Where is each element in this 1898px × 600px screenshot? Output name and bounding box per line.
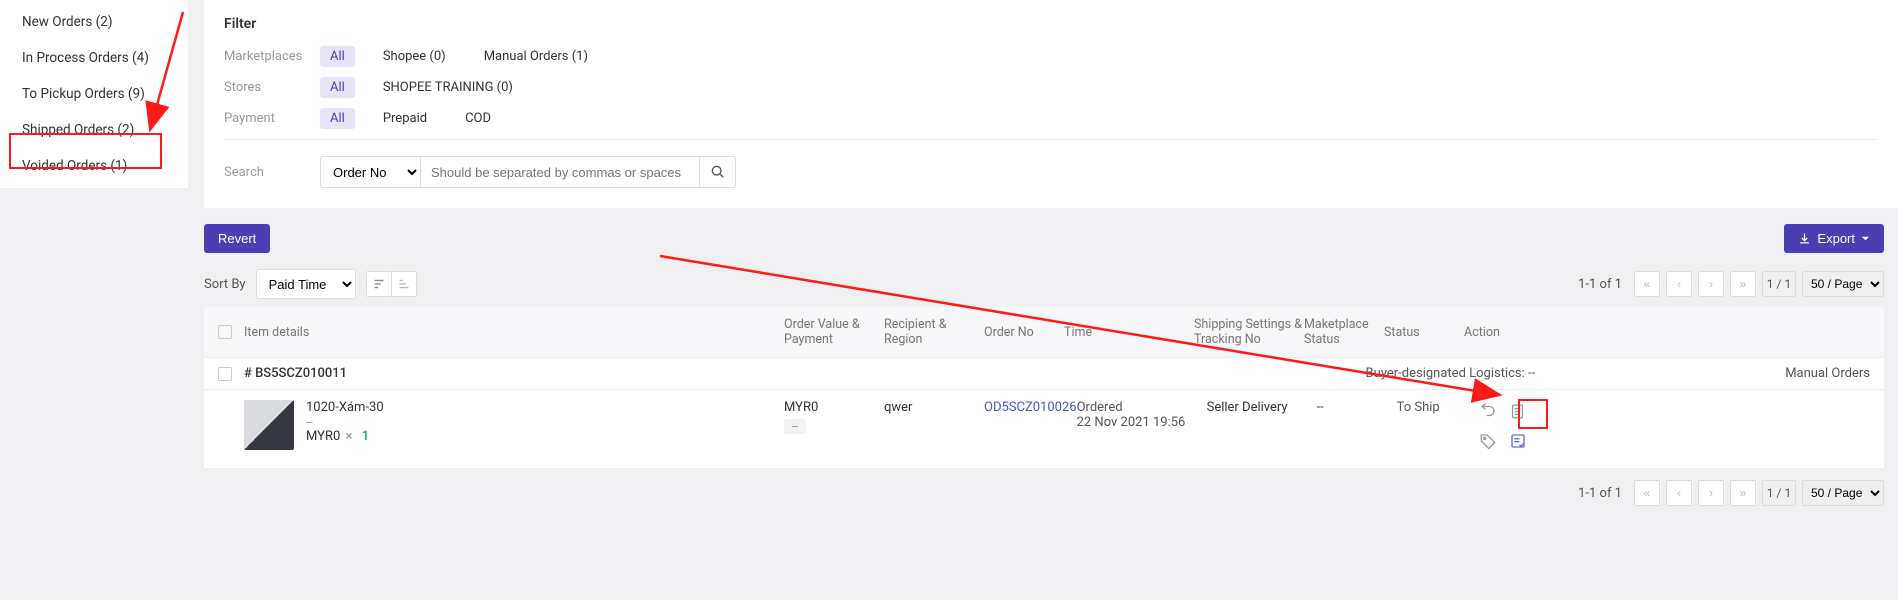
filter-chip-all-payment[interactable]: All xyxy=(320,108,355,129)
sort-select[interactable]: Paid Time xyxy=(256,269,356,299)
th-shipping: Shipping Settings & Tracking No xyxy=(1194,317,1304,347)
sort-desc-icon xyxy=(372,277,386,291)
select-all-checkbox[interactable] xyxy=(218,325,232,339)
product-qty: 1 xyxy=(362,429,369,444)
buyer-logistics: Buyer-designated Logistics: -- xyxy=(1366,366,1536,381)
filter-label-search: Search xyxy=(224,165,320,180)
th-status: Status xyxy=(1384,325,1464,340)
qty-separator: × xyxy=(346,429,353,444)
document-icon xyxy=(1509,403,1526,420)
order-no-link[interactable]: OD5SCZ010026 xyxy=(984,400,1077,415)
th-order-no: Order No xyxy=(984,325,1064,340)
page-prev-top[interactable]: ‹ xyxy=(1666,271,1692,297)
per-page-bottom[interactable]: 50 / Page xyxy=(1802,480,1884,506)
order-source: Manual Orders xyxy=(1785,366,1870,381)
sort-asc-button[interactable] xyxy=(391,271,417,297)
sidebar-item-shipped[interactable]: Shipped Orders (2) xyxy=(0,112,188,148)
th-time: Time xyxy=(1064,325,1194,340)
filter-chip-store-shopee-training[interactable]: SHOPEE TRAINING (0) xyxy=(373,77,523,98)
per-page-top[interactable]: 50 / Page xyxy=(1802,271,1884,297)
revert-button[interactable]: Revert xyxy=(204,224,270,253)
product-thumbnail xyxy=(244,400,294,450)
page-current-bottom: 1 / 1 xyxy=(1762,480,1796,506)
filter-chip-all-marketplaces[interactable]: All xyxy=(320,46,355,67)
search-input[interactable] xyxy=(420,156,700,188)
export-button[interactable]: Export xyxy=(1784,224,1884,253)
filter-label-marketplaces: Marketplaces xyxy=(224,49,320,64)
filter-chip-prepaid[interactable]: Prepaid xyxy=(373,108,437,129)
orders-table: Item details Order Value & Payment Recip… xyxy=(204,307,1884,468)
search-icon xyxy=(710,164,726,180)
page-last-top[interactable]: » xyxy=(1730,271,1756,297)
filter-chip-cod[interactable]: COD xyxy=(455,108,501,129)
sidebar-item-new-orders[interactable]: New Orders (2) xyxy=(0,4,188,40)
order-value: MYR0 xyxy=(784,400,884,415)
search-button[interactable] xyxy=(700,156,736,188)
sidebar-item-in-process[interactable]: In Process Orders (4) xyxy=(0,40,188,76)
page-next-top[interactable]: › xyxy=(1698,271,1724,297)
product-price: MYR0 xyxy=(306,429,340,444)
recipient-name: qwer xyxy=(884,400,984,415)
page-first-bottom[interactable]: « xyxy=(1634,480,1660,506)
page-current-top: 1 / 1 xyxy=(1762,271,1796,297)
page-first-top[interactable]: « xyxy=(1634,271,1660,297)
filter-label-payment: Payment xyxy=(224,111,320,126)
list-check-icon xyxy=(1509,432,1527,450)
table-row: 1020-Xám-30 -- MYR0 × 1 MYR0 -- qwer xyxy=(204,390,1884,468)
time-value: 22 Nov 2021 19:56 xyxy=(1077,415,1207,430)
export-label: Export xyxy=(1817,231,1855,246)
shipping-setting: Seller Delivery xyxy=(1207,400,1317,415)
sidebar: New Orders (2) In Process Orders (4) To … xyxy=(0,0,188,188)
page-prev-bottom[interactable]: ‹ xyxy=(1666,480,1692,506)
order-status: To Ship xyxy=(1397,400,1477,415)
sort-asc-icon xyxy=(397,277,411,291)
th-recipient: Recipient & Region xyxy=(884,317,984,347)
undo-icon xyxy=(1479,402,1497,420)
th-order-value: Order Value & Payment xyxy=(784,317,884,347)
sort-label: Sort By xyxy=(204,277,246,292)
marketplace-status: -- xyxy=(1317,400,1397,415)
order-id: # BS5SCZ010011 xyxy=(244,366,347,381)
time-label: Ordered xyxy=(1077,400,1207,415)
th-mk-status: Maketplace Status xyxy=(1304,317,1384,347)
caret-down-icon xyxy=(1861,234,1870,243)
filter-divider xyxy=(224,139,1878,140)
download-icon xyxy=(1798,232,1811,245)
filter-chip-all-stores[interactable]: All xyxy=(320,77,355,98)
sidebar-item-voided[interactable]: Voided Orders (1) xyxy=(0,148,188,184)
detail-action-button[interactable] xyxy=(1507,430,1529,452)
row-checkbox[interactable] xyxy=(218,367,232,381)
page-last-bottom[interactable]: » xyxy=(1730,480,1756,506)
product-name: 1020-Xám-30 xyxy=(306,400,384,415)
note-action-button[interactable] xyxy=(1507,400,1529,422)
search-field-select[interactable]: Order No xyxy=(320,156,420,188)
page-info-bottom: 1-1 of 1 xyxy=(1578,486,1622,501)
tag-action-button[interactable] xyxy=(1477,430,1499,452)
filter-title: Filter xyxy=(224,16,1878,32)
filter-panel: Filter Marketplaces All Shopee (0) Manua… xyxy=(204,0,1898,208)
page-next-bottom[interactable]: › xyxy=(1698,480,1724,506)
th-action: Action xyxy=(1464,325,1524,340)
revert-action-button[interactable] xyxy=(1477,400,1499,422)
page-info-top: 1-1 of 1 xyxy=(1578,277,1622,292)
tag-icon xyxy=(1479,432,1497,450)
filter-chip-manual[interactable]: Manual Orders (1) xyxy=(474,46,598,67)
filter-label-stores: Stores xyxy=(224,80,320,95)
sidebar-item-to-pickup[interactable]: To Pickup Orders (9) xyxy=(0,76,188,112)
filter-chip-shopee[interactable]: Shopee (0) xyxy=(373,46,456,67)
th-item: Item details xyxy=(244,325,784,340)
sort-desc-button[interactable] xyxy=(366,271,392,297)
payment-badge: -- xyxy=(784,419,806,434)
product-variant-dash: -- xyxy=(306,415,384,429)
